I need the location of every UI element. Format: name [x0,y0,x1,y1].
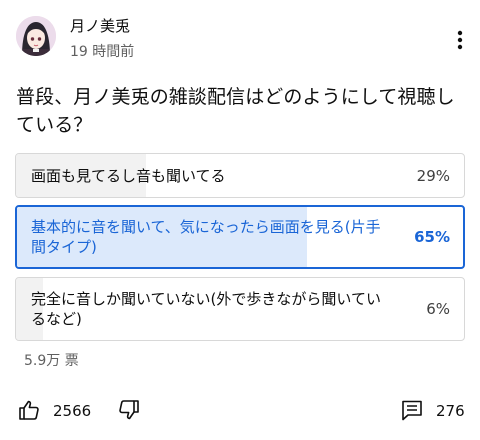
poll-option-percent: 29% [416,167,450,185]
poll-option-label: 基本的に音を聞いて、気になったら画面を見る(片手間タイプ) [31,218,381,256]
like-button[interactable] [14,395,44,425]
post-question: 普段、月ノ美兎の雑談配信はどのようにして視聴している？ [16,86,455,136]
poll-option-1[interactable]: 画面も見てるし音も聞いてる 29% [15,153,465,198]
poll-option-2[interactable]: 基本的に音を聞いて、気になったら画面を見る(片手間タイプ) 65% [15,205,465,269]
poll-option-label: 画面も見てるし音も聞いてる [31,167,226,185]
post-time: 19 時間前 [70,44,135,60]
avatar-image [16,16,56,56]
avatar[interactable] [16,16,56,56]
comment-button[interactable] [397,395,427,425]
poll-option-label: 完全に音しか聞いていない(外で歩きながら聞いているなど) [31,290,381,328]
poll-option-percent: 65% [414,228,450,246]
poll-option-3[interactable]: 完全に音しか聞いていない(外で歩きながら聞いているなど) 6% [15,277,465,341]
comment-count: 276 [436,402,465,420]
comment-icon [402,400,422,421]
author-name[interactable]: 月ノ美兎 [70,17,130,35]
more-button[interactable] [446,28,474,52]
post-header: 月ノ美兎 19 時間前 [0,0,480,78]
thumb-up-icon [19,400,39,420]
action-bar: 2566 276 [0,392,480,428]
vote-count: 5.9万 票 [24,353,79,369]
like-count: 2566 [53,402,92,420]
dislike-button[interactable] [114,395,144,425]
more-vert-icon [457,30,463,50]
thumb-down-icon [119,400,139,420]
poll-option-percent: 6% [426,300,450,318]
